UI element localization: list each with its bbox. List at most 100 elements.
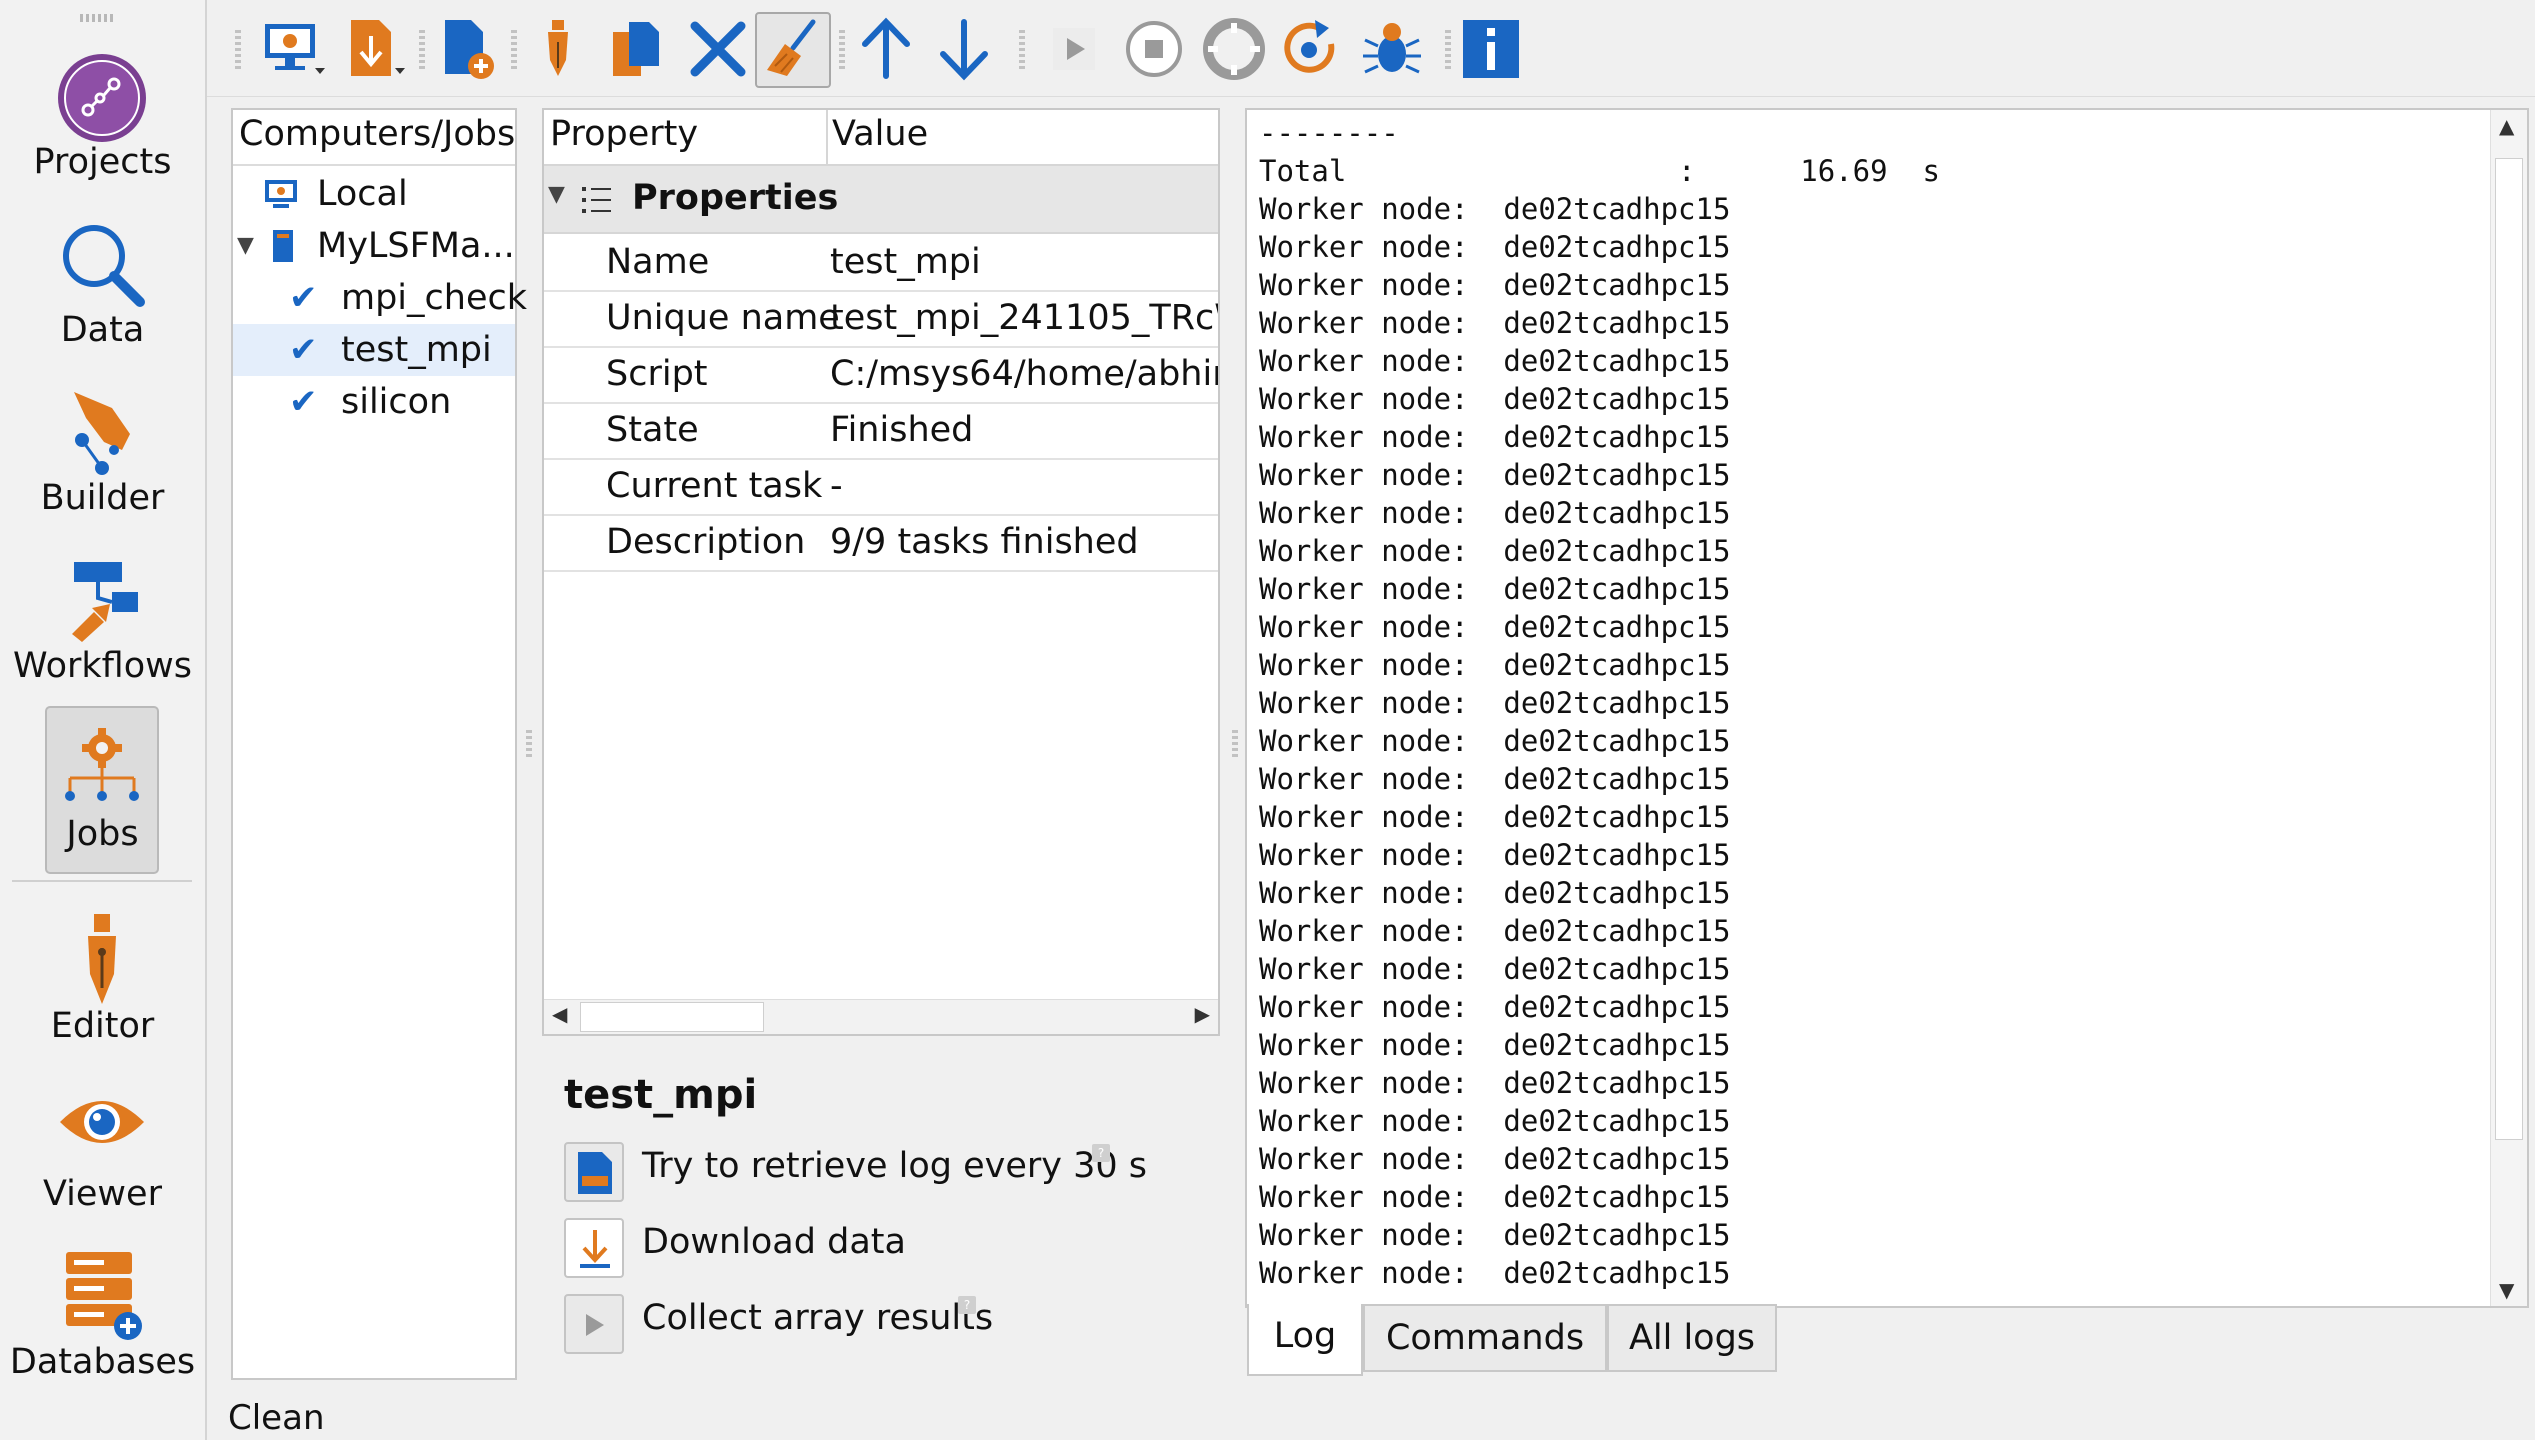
scroll-thumb[interactable] [580,1002,764,1032]
property-row[interactable]: Description 9/9 tasks finished [544,514,1218,572]
splitter-handle[interactable] [526,730,532,760]
log-line: Worker node: de02tcadhpc15 [1259,572,1731,606]
workflows-icon [52,552,152,652]
toolbar-separator [1019,30,1025,70]
status-text: Clean [228,1398,325,1438]
run-small-icon [586,1314,604,1336]
log-line: Worker node: de02tcadhpc15 [1259,648,1731,682]
new-job-button[interactable] [431,14,501,84]
jobs-icon [52,720,152,820]
sidebar-item-label: Jobs [66,814,139,854]
refresh-button[interactable] [1277,14,1347,84]
property-row[interactable]: Script C:/msys64/home/abhina [544,346,1218,404]
sidebar-item-builder[interactable]: Builder [0,376,205,536]
sidebar-item-workflows[interactable]: Workflows [0,544,205,704]
copy-button[interactable] [603,14,673,84]
projects-icon [52,48,152,148]
tab-commands[interactable]: Commands [1363,1304,1607,1372]
property-row[interactable]: Current task - [544,458,1218,516]
scroll-thumb[interactable] [2495,158,2523,1140]
run-button[interactable] [1039,14,1109,84]
help-hint-icon[interactable]: ? [958,1296,976,1314]
expand-arrow-icon[interactable]: ▼ [237,220,254,272]
log-line: Worker node: de02tcadhpc15 [1259,268,1731,302]
property-key: Unique name [606,298,840,338]
tree-item-local[interactable]: Local [233,168,515,220]
log-line: Worker node: de02tcadhpc15 [1259,724,1731,758]
scroll-right-icon[interactable]: ▶ [1195,1002,1210,1026]
tab-log[interactable]: Log [1247,1304,1363,1376]
vertical-scrollbar[interactable]: ▲ ▼ [2490,110,2527,1306]
toolbar-separator [839,30,845,70]
help-hint-icon[interactable]: ? [1092,1144,1110,1162]
delete-button[interactable] [683,14,753,84]
info-button[interactable] [1455,14,1525,84]
properties-group-row[interactable]: ▼ Properties [544,166,1218,234]
sidebar-item-data[interactable]: Data [0,208,205,368]
download-data-button[interactable] [564,1218,624,1278]
property-row[interactable]: Name test_mpi [544,234,1218,292]
splitter-handle[interactable] [1232,730,1238,760]
sidebar-item-projects[interactable]: Projects [0,40,205,200]
sidebar-divider [12,880,192,882]
horizontal-scrollbar[interactable]: ◀ ▶ [544,999,1218,1034]
log-line: Worker node: de02tcadhpc15 [1259,952,1731,986]
clean-button[interactable] [755,12,831,88]
stop-button[interactable] [1119,14,1189,84]
retrieve-log-button[interactable] [564,1142,624,1202]
log-line: Worker node: de02tcadhpc15 [1259,230,1731,264]
property-row[interactable]: Unique name test_mpi_241105_TRcW3 [544,290,1218,348]
add-computer-button[interactable] [259,14,329,84]
arrow-up-icon [862,17,910,79]
sidebar-item-label: Workflows [13,646,192,686]
log-line: Worker node: de02tcadhpc15 [1259,610,1731,644]
sidebar-item-label: Databases [9,1342,196,1382]
tree-item-machine[interactable]: ▼ MyLSFMa... [233,220,515,272]
log-line: Total : 16.69 s [1259,154,1940,188]
column-divider[interactable] [826,110,828,164]
column-header-value[interactable]: Value [832,114,928,154]
scroll-up-icon[interactable]: ▲ [2499,114,2514,138]
property-key: State [606,410,699,450]
property-value: test_mpi_241105_TRcW3 [830,298,1218,338]
property-value: - [830,466,843,506]
debug-bug-icon [1363,23,1421,74]
sidebar-item-editor[interactable]: Editor [0,904,205,1064]
log-text[interactable]: -------- Total : 16.69 s Worker node: de02… [1247,110,2491,1306]
log-line: Worker node: de02tcadhpc15 [1259,192,1731,226]
tree-item-job[interactable]: ✔ mpi_check [233,272,527,324]
property-row[interactable]: State Finished [544,402,1218,460]
download-button[interactable] [339,14,409,84]
move-up-button[interactable] [851,14,921,84]
move-down-button[interactable] [929,14,999,84]
log-line: Worker node: de02tcadhpc15 [1259,1104,1731,1138]
toolbar-grip[interactable] [235,30,241,70]
help-button[interactable] [1199,14,1269,84]
sidebar-item-jobs[interactable]: Jobs [0,706,205,874]
debug-button[interactable] [1357,14,1427,84]
sidebar-grip[interactable] [80,14,116,22]
column-header-property[interactable]: Property [550,114,698,154]
tree-item-label: Local [317,174,408,214]
collapse-arrow-icon[interactable]: ▼ [548,182,565,207]
edit-button[interactable] [523,14,593,84]
sidebar-item-viewer[interactable]: Viewer [0,1072,205,1232]
download-icon [351,20,405,76]
tab-all-logs[interactable]: All logs [1607,1304,1777,1372]
log-line: Worker node: de02tcadhpc15 [1259,306,1731,340]
collect-array-button[interactable] [564,1294,624,1354]
log-line: Worker node: de02tcadhpc15 [1259,838,1731,872]
toolbar-separator [419,30,425,70]
tree-item-job[interactable]: ✔ silicon [233,376,515,428]
scroll-left-icon[interactable]: ◀ [552,1002,567,1026]
log-line: Worker node: de02tcadhpc15 [1259,496,1731,530]
tree-item-job-selected[interactable]: ✔ test_mpi [233,324,515,376]
scroll-down-icon[interactable]: ▼ [2499,1278,2514,1302]
log-line: Worker node: de02tcadhpc15 [1259,914,1731,948]
log-line: Worker node: de02tcadhpc15 [1259,382,1731,416]
log-line: Worker node: de02tcadhpc15 [1259,1180,1731,1214]
sidebar-item-databases[interactable]: Databases [0,1240,205,1400]
log-line: Worker node: de02tcadhpc15 [1259,458,1731,492]
action-label: Download data [642,1222,906,1262]
log-line: Worker node: de02tcadhpc15 [1259,1256,1731,1290]
